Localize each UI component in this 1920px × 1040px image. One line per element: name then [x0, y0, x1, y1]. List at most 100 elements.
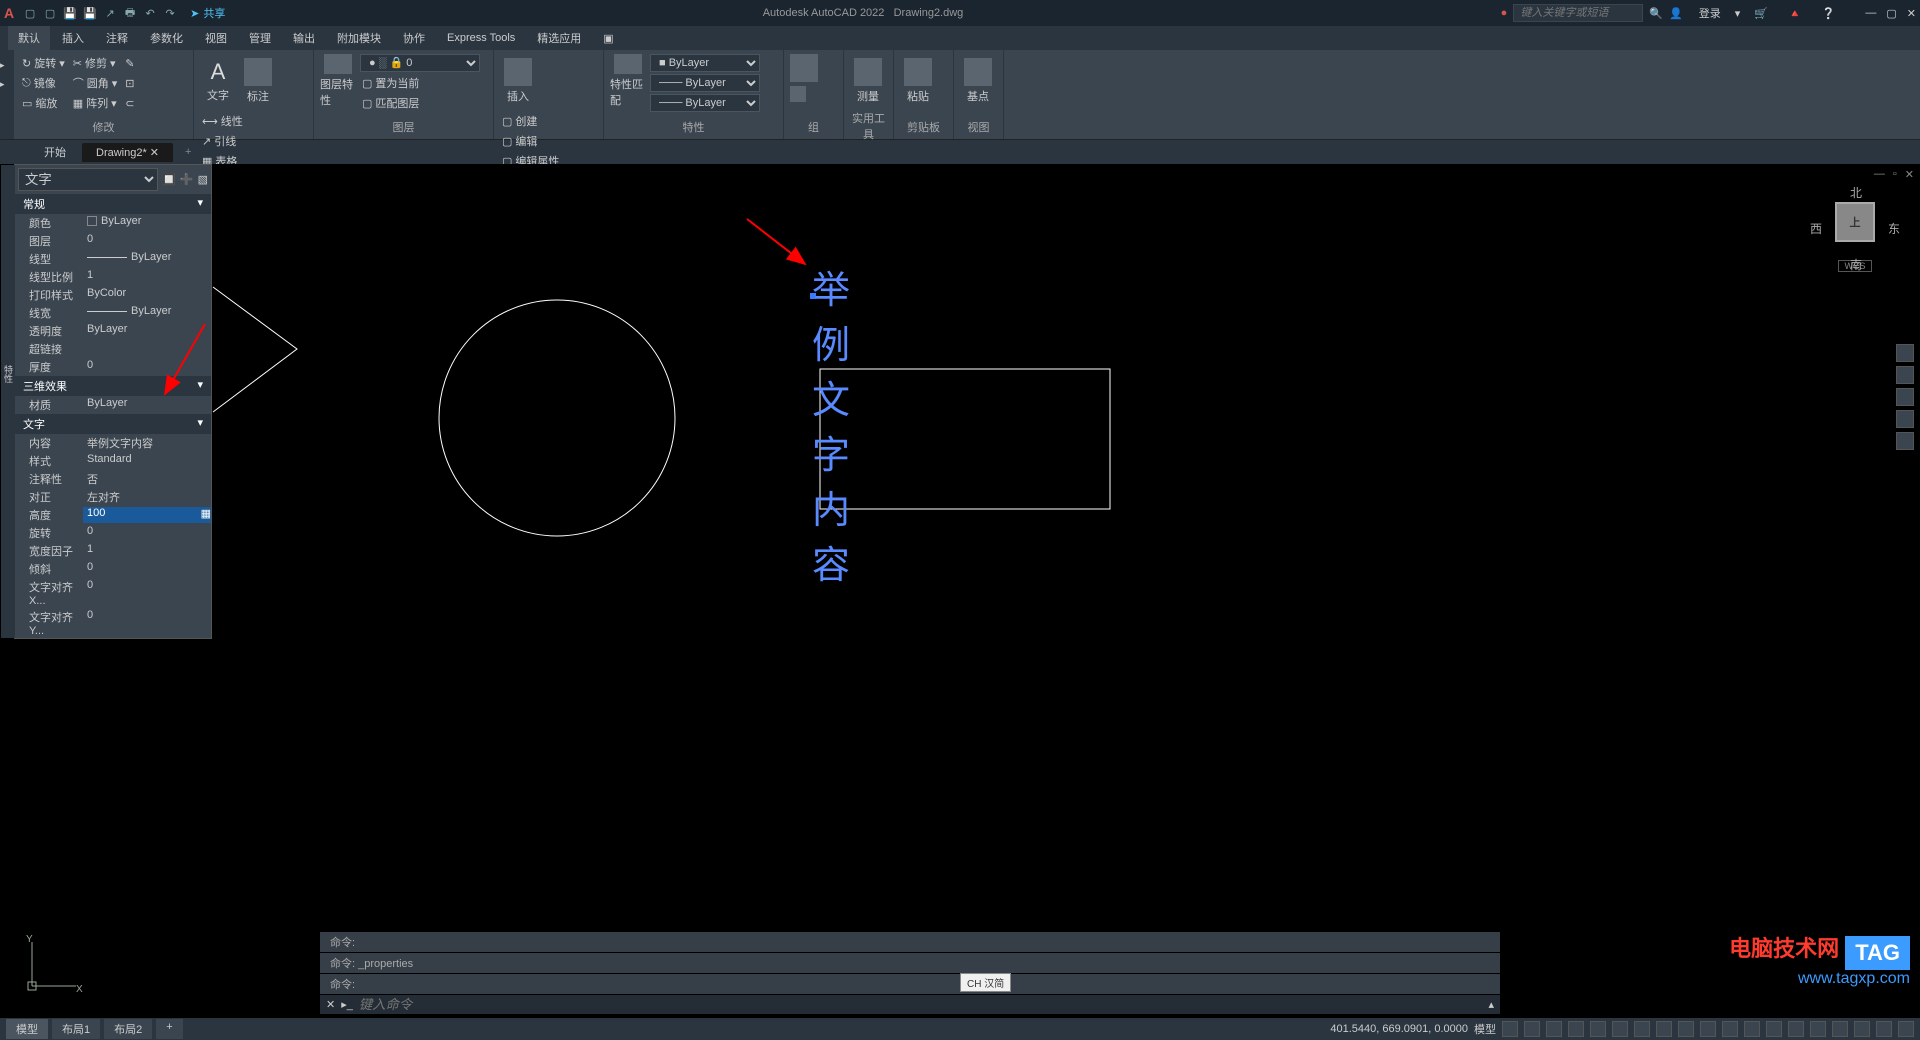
prop-layer[interactable]: 图层0	[15, 232, 211, 250]
new-tab-button[interactable]: +	[175, 143, 201, 161]
prop-material[interactable]: 材质ByLayer	[15, 396, 211, 414]
snap-icon[interactable]	[1524, 1021, 1540, 1037]
search-icon[interactable]: 🔍	[1649, 7, 1663, 20]
nav-orbit-icon[interactable]	[1896, 410, 1914, 428]
group-icon[interactable]	[790, 54, 818, 82]
prop-plotstyle[interactable]: 打印样式ByColor	[15, 286, 211, 304]
color-selector[interactable]: ■ ByLayer	[650, 54, 760, 72]
nav-wheel-icon[interactable]	[1896, 344, 1914, 362]
nav-pan-icon[interactable]	[1896, 366, 1914, 384]
tab-featured[interactable]: 精选应用	[527, 26, 591, 50]
plot-icon[interactable]: 🖶	[122, 5, 138, 21]
cleanscreen-icon[interactable]	[1876, 1021, 1892, 1037]
status-model[interactable]: 模型	[1474, 1021, 1496, 1037]
tab-addins[interactable]: 附加模块	[327, 26, 391, 50]
viewcube-south[interactable]: 南	[1850, 256, 1862, 273]
prop-content[interactable]: 内容举例文字内容	[15, 434, 211, 452]
fillet-button[interactable]: ⌒ 圆角 ▾	[71, 74, 120, 92]
save-icon[interactable]: 💾	[62, 5, 78, 21]
prop-oblique[interactable]: 倾斜0	[15, 560, 211, 578]
cmd-input[interactable]	[359, 997, 1483, 1012]
ltype-selector[interactable]: ─── ByLayer	[650, 94, 760, 112]
drawing-area[interactable]: — ▫ ✕ 特性 文字 🔲 ➕ ▧ 常规▾ 颜色ByLayer 图层0 线型By…	[0, 164, 1920, 1018]
help-icon[interactable]: ❔	[1822, 7, 1836, 20]
tab-drawing[interactable]: Drawing2* ✕	[82, 143, 173, 162]
viewcube-west[interactable]: 西	[1810, 220, 1822, 237]
prop-color[interactable]: 颜色ByLayer	[15, 214, 211, 232]
linear-button[interactable]: ⟷ 线性	[200, 112, 245, 130]
prop-justify[interactable]: 对正左对齐	[15, 488, 211, 506]
status-tab-layout1[interactable]: 布局1	[52, 1019, 100, 1039]
dimension-button[interactable]: 标注	[240, 54, 276, 108]
prop-transparency[interactable]: 透明度ByLayer	[15, 322, 211, 340]
cycling-icon[interactable]	[1700, 1021, 1716, 1037]
status-tab-add[interactable]: +	[156, 1019, 182, 1039]
annoscale-icon[interactable]	[1722, 1021, 1738, 1037]
viewcube-east[interactable]: 东	[1888, 220, 1900, 237]
share-button[interactable]: ➤ 共享	[190, 5, 225, 21]
paste-button[interactable]: 粘贴	[900, 54, 936, 108]
search-input[interactable]	[1513, 4, 1643, 22]
tab-toggle[interactable]: ▣	[593, 28, 623, 49]
section-3d[interactable]: 三维效果▾	[15, 376, 211, 396]
status-tab-layout2[interactable]: 布局2	[104, 1019, 152, 1039]
setcurrent-button[interactable]: ▢ 置为当前	[360, 74, 487, 92]
mod-icon1[interactable]: ✎	[123, 54, 136, 72]
prop-widthfactor[interactable]: 宽度因子1	[15, 542, 211, 560]
new-icon[interactable]: ▢	[22, 5, 38, 21]
tab-start[interactable]: 开始	[30, 141, 80, 163]
quick-select-icon[interactable]: 🔲	[162, 173, 176, 186]
search-box[interactable]: ● 🔍	[1501, 4, 1663, 22]
create-block-button[interactable]: ▢ 创建	[500, 112, 561, 130]
quickprops-icon[interactable]	[1810, 1021, 1826, 1037]
tab-insert[interactable]: 插入	[52, 26, 94, 50]
mod-icon2[interactable]: ⊡	[123, 74, 136, 92]
redo-icon[interactable]: ↷	[162, 5, 178, 21]
viewcube[interactable]: 北 西 东 南 上 WCS	[1810, 184, 1900, 294]
select-objects-icon[interactable]: ➕	[180, 173, 194, 186]
matchlayer-button[interactable]: ▢ 匹配图层	[360, 94, 487, 112]
viewcube-north[interactable]: 北	[1850, 184, 1862, 201]
mod-icon3[interactable]: ⊂	[123, 94, 136, 112]
rotate-button[interactable]: ↻ 旋转 ▾	[20, 54, 67, 72]
lweight-display-icon[interactable]	[1656, 1021, 1672, 1037]
annomonitor-icon[interactable]	[1766, 1021, 1782, 1037]
osnap-icon[interactable]	[1612, 1021, 1628, 1037]
mirror-button[interactable]: ⎋ 镜像	[20, 74, 67, 92]
nav-zoom-icon[interactable]	[1896, 388, 1914, 406]
match-props-button[interactable]: 特性匹配	[610, 54, 646, 108]
measure-button[interactable]: 测量	[850, 54, 886, 108]
grid-icon[interactable]	[1502, 1021, 1518, 1037]
units-icon[interactable]	[1788, 1021, 1804, 1037]
status-tab-model[interactable]: 模型	[6, 1019, 48, 1039]
doc-close[interactable]: ✕	[1905, 168, 1914, 181]
prop-ltscale[interactable]: 线型比例1	[15, 268, 211, 286]
basepoint-button[interactable]: 基点	[960, 54, 996, 108]
exchange-icon[interactable]: 🛒	[1754, 7, 1768, 20]
login-button[interactable]: 登录	[1699, 5, 1721, 21]
prop-aligny[interactable]: 文字对齐 Y...0	[15, 608, 211, 638]
layer-selector[interactable]: ● ░ 🔒 0	[360, 54, 480, 72]
section-general[interactable]: 常规▾	[15, 194, 211, 214]
prop-alignx[interactable]: 文字对齐 X...0	[15, 578, 211, 608]
maximize-button[interactable]: ▢	[1886, 7, 1896, 20]
tab-default[interactable]: 默认	[8, 26, 50, 50]
prop-linetype[interactable]: 线型ByLayer	[15, 250, 211, 268]
open-icon[interactable]: ▢	[42, 5, 58, 21]
cmd-input-row[interactable]: ✕ ▸_ ▴	[320, 995, 1500, 1014]
isolate-icon[interactable]	[1854, 1021, 1870, 1037]
workspace-icon[interactable]	[1744, 1021, 1760, 1037]
autodesk-icon[interactable]: 🔺	[1788, 7, 1802, 20]
tab-parametric[interactable]: 参数化	[140, 26, 193, 50]
prop-thickness[interactable]: 厚度0	[15, 358, 211, 376]
web-icon[interactable]: ↗	[102, 5, 118, 21]
prop-style[interactable]: 样式Standard	[15, 452, 211, 470]
close-button[interactable]: ✕	[1907, 7, 1916, 20]
minimize-button[interactable]: —	[1865, 7, 1876, 20]
insert-button[interactable]: 插入	[500, 54, 536, 108]
lweight-selector[interactable]: ─── ByLayer	[650, 74, 760, 92]
prop-annotative[interactable]: 注释性否	[15, 470, 211, 488]
tab-output[interactable]: 输出	[283, 26, 325, 50]
tab-view[interactable]: 视图	[195, 26, 237, 50]
prop-rotation[interactable]: 旋转0	[15, 524, 211, 542]
